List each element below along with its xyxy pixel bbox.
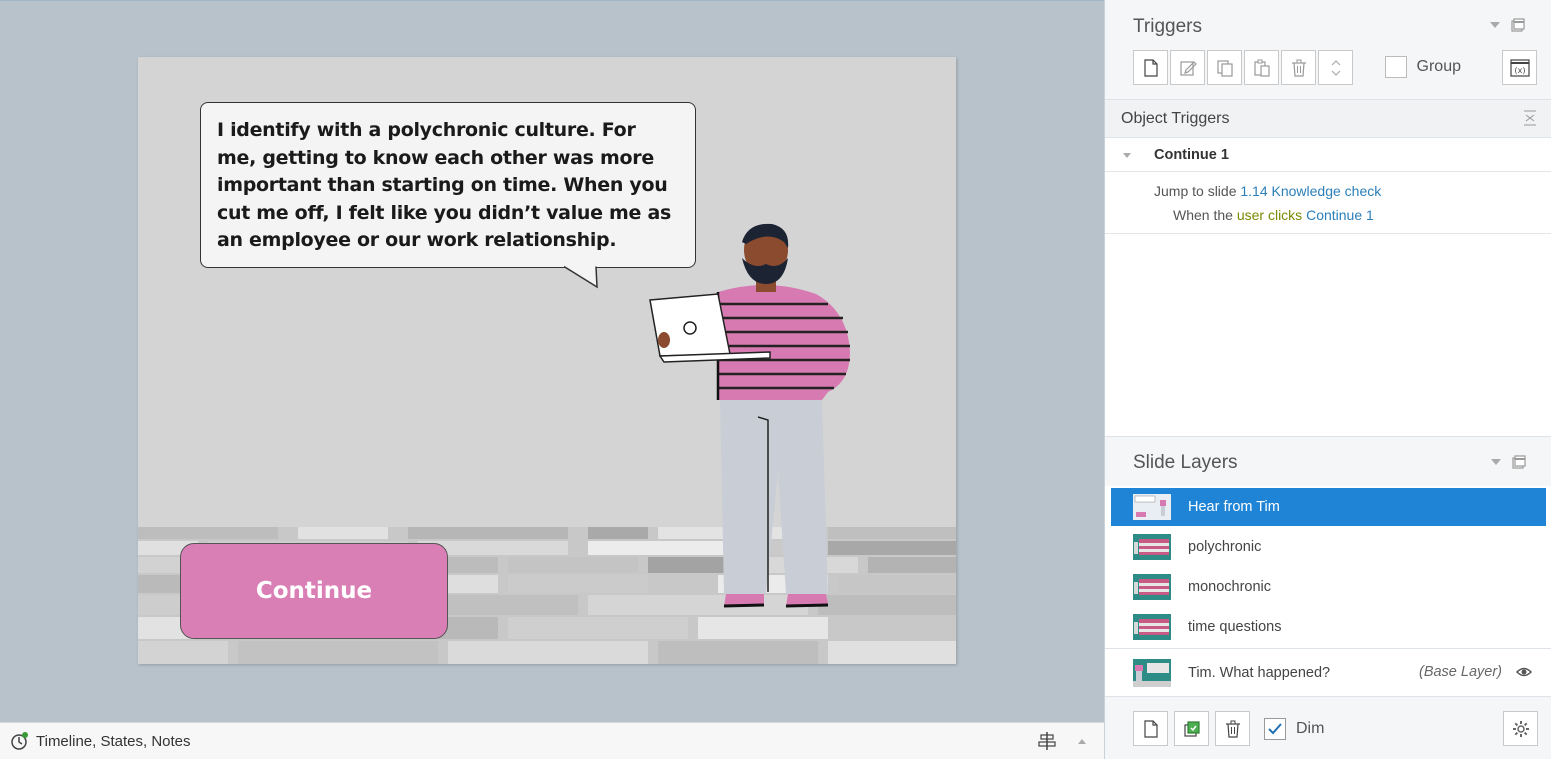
base-layer-thumbnail bbox=[1133, 658, 1171, 687]
new-document-icon bbox=[1143, 58, 1158, 77]
base-layer-row[interactable]: Tim. What happened? (Base Layer) bbox=[1105, 648, 1551, 696]
variables-icon: (x) bbox=[1509, 58, 1530, 77]
speech-bubble-text: I identify with a polychronic culture. F… bbox=[217, 119, 671, 251]
layer-thumbnail bbox=[1133, 614, 1171, 640]
expand-arrow-icon[interactable] bbox=[1122, 152, 1132, 159]
object-triggers-header[interactable]: Object Triggers bbox=[1105, 100, 1551, 138]
copy-trigger-button[interactable] bbox=[1207, 50, 1242, 85]
new-trigger-button[interactable] bbox=[1133, 50, 1168, 85]
slide-stage: I identify with a polychronic culture. F… bbox=[0, 0, 1104, 722]
character-tim-illustration[interactable] bbox=[638, 222, 858, 622]
float-panel-icon[interactable] bbox=[1511, 18, 1525, 32]
speech-bubble-tail bbox=[564, 265, 598, 289]
group-label: Group bbox=[1416, 58, 1461, 75]
slide-layers-header: Slide Layers bbox=[1105, 436, 1551, 486]
trash-icon bbox=[1291, 59, 1306, 77]
slide-layers-toolbar: Dim bbox=[1105, 696, 1551, 759]
move-up-icon bbox=[1331, 59, 1340, 65]
variables-button[interactable]: (x) bbox=[1502, 50, 1537, 85]
new-layer-button[interactable] bbox=[1133, 711, 1168, 746]
paste-icon bbox=[1253, 59, 1270, 77]
trigger-item[interactable]: Jump to slide 1.14 Knowledge check When … bbox=[1105, 172, 1551, 234]
layer-name: polychronic bbox=[1188, 539, 1262, 555]
layer-properties-button[interactable] bbox=[1503, 711, 1538, 746]
group-checkbox[interactable] bbox=[1384, 56, 1407, 78]
dim-label: Dim bbox=[1296, 719, 1325, 737]
triggers-toolbar bbox=[1133, 50, 1353, 85]
chevron-up-icon[interactable] bbox=[1076, 736, 1088, 746]
checkmark-icon bbox=[1268, 722, 1282, 734]
trigger-condition-object-link[interactable]: Continue 1 bbox=[1306, 207, 1374, 223]
copy-icon bbox=[1216, 59, 1233, 77]
paste-trigger-button[interactable] bbox=[1244, 50, 1279, 85]
reorder-trigger-button[interactable] bbox=[1318, 50, 1353, 85]
svg-text:(x): (x) bbox=[1514, 66, 1525, 75]
object-triggers-title: Object Triggers bbox=[1121, 110, 1230, 127]
trash-icon bbox=[1225, 720, 1240, 738]
continue-button[interactable]: Continue bbox=[180, 543, 448, 639]
trigger-condition-prefix: When the bbox=[1173, 207, 1233, 223]
dim-checkbox[interactable] bbox=[1264, 717, 1286, 740]
move-down-icon bbox=[1331, 70, 1340, 76]
eye-icon[interactable] bbox=[1516, 666, 1532, 678]
align-icon[interactable] bbox=[1038, 731, 1056, 751]
timeline-toggle-bar[interactable]: Timeline, States, Notes bbox=[0, 722, 1104, 759]
edit-trigger-button[interactable] bbox=[1170, 50, 1205, 85]
base-layer-tag: (Base Layer) bbox=[1418, 664, 1502, 680]
trigger-condition-line: When the user clicks Continue 1 bbox=[1173, 207, 1374, 223]
timeline-icon bbox=[11, 732, 28, 750]
delete-layer-button[interactable] bbox=[1215, 711, 1250, 746]
layer-thumbnail bbox=[1133, 574, 1171, 600]
layer-name: monochronic bbox=[1188, 579, 1272, 595]
trigger-event-link[interactable]: user clicks bbox=[1237, 207, 1302, 223]
trigger-group-continue-1[interactable]: Continue 1 bbox=[1105, 138, 1551, 172]
layer-name: time questions bbox=[1188, 619, 1282, 635]
speech-bubble[interactable]: I identify with a polychronic culture. F… bbox=[200, 102, 696, 268]
layer-polychronic[interactable]: polychronic bbox=[1111, 528, 1546, 566]
float-panel-icon[interactable] bbox=[1512, 455, 1526, 469]
slide-canvas[interactable]: I identify with a polychronic culture. F… bbox=[138, 57, 956, 664]
layer-monochronic[interactable]: monochronic bbox=[1111, 568, 1546, 606]
timeline-toggle-label: Timeline, States, Notes bbox=[36, 732, 191, 750]
storyline-editor: I identify with a polychronic culture. F… bbox=[0, 0, 1551, 759]
layer-hear-from-tim[interactable]: Hear from Tim bbox=[1111, 488, 1546, 526]
layer-thumbnail bbox=[1133, 494, 1171, 520]
edit-icon bbox=[1179, 60, 1197, 76]
trigger-action-target-link[interactable]: 1.14 Knowledge check bbox=[1240, 183, 1381, 199]
slide-layers-title: Slide Layers bbox=[1133, 452, 1238, 473]
dim-option: Dim bbox=[1264, 717, 1325, 740]
new-document-icon bbox=[1143, 719, 1158, 738]
layer-name: Hear from Tim bbox=[1188, 499, 1280, 515]
layer-thumbnail bbox=[1133, 534, 1171, 560]
collapse-all-icon[interactable] bbox=[1523, 110, 1537, 126]
right-panel: Triggers Group (x) Object Triggers Conti… bbox=[1104, 0, 1551, 759]
trigger-object-name: Continue 1 bbox=[1154, 147, 1229, 163]
group-option: Group bbox=[1384, 56, 1461, 78]
triggers-title: Triggers bbox=[1133, 16, 1202, 37]
trigger-action-line: Jump to slide 1.14 Knowledge check bbox=[1154, 183, 1381, 199]
duplicate-layer-button[interactable] bbox=[1174, 711, 1209, 746]
duplicate-icon bbox=[1183, 720, 1200, 737]
base-layer-name: Tim. What happened? bbox=[1188, 664, 1331, 681]
delete-trigger-button[interactable] bbox=[1281, 50, 1316, 85]
dropdown-arrow-icon[interactable] bbox=[1490, 458, 1502, 466]
dropdown-arrow-icon[interactable] bbox=[1489, 21, 1501, 29]
trigger-action-prefix: Jump to slide bbox=[1154, 183, 1237, 199]
gear-icon bbox=[1512, 720, 1529, 737]
layer-time-questions[interactable]: time questions bbox=[1111, 608, 1546, 646]
triggers-panel-header: Triggers Group (x) bbox=[1105, 0, 1551, 100]
